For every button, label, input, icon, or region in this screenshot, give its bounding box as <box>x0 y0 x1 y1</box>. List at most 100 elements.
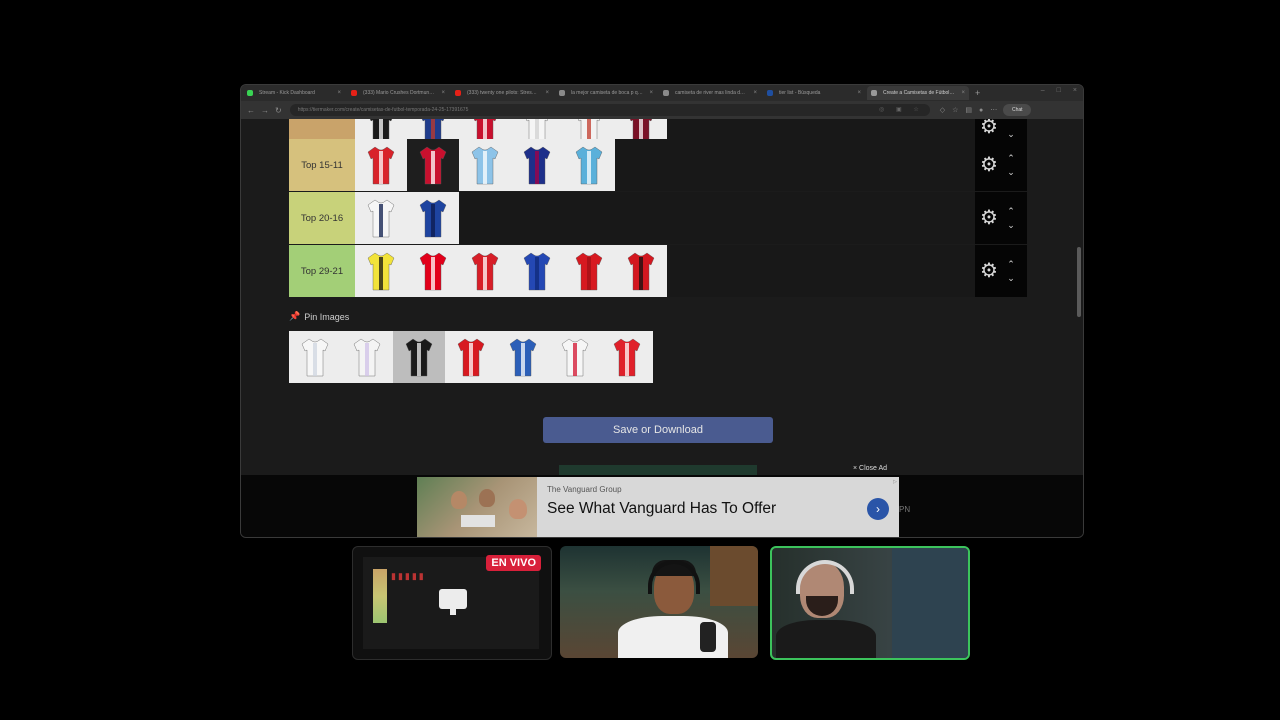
maximize-icon[interactable]: □ <box>1057 87 1061 94</box>
jersey-red-stripes[interactable] <box>355 139 407 191</box>
address-bar[interactable]: https://tiermaker.com/create/camisetas-d… <box>289 104 930 116</box>
minimize-icon[interactable]: – <box>1041 87 1045 94</box>
jersey-blaugrana[interactable] <box>511 139 563 191</box>
pin-jersey-black-white[interactable] <box>393 331 445 383</box>
browser-tab[interactable]: tier list - Búsqueda × <box>763 86 865 100</box>
tab-title: camiseta de river mas linda del m <box>675 90 750 96</box>
save-or-download-button[interactable]: Save or Download <box>543 417 773 443</box>
jersey-icon <box>613 338 641 377</box>
jersey-icon <box>457 338 485 377</box>
ad-person-3 <box>509 499 527 519</box>
chevron-up-icon[interactable]: ⌃ <box>1004 119 1018 125</box>
tier-items <box>355 139 615 191</box>
tab-close-icon[interactable]: × <box>753 86 757 100</box>
gear-icon[interactable]: ⚙ <box>978 260 1000 282</box>
collections-icon[interactable]: ▤ <box>965 106 972 114</box>
pin-jersey-ajax[interactable] <box>549 331 601 383</box>
jersey-icon <box>471 146 499 185</box>
tab-favicon-icon <box>559 90 565 96</box>
pin-jersey-white-2[interactable] <box>341 331 393 383</box>
pin-images-row <box>289 331 653 383</box>
jersey-blue-royal[interactable] <box>511 245 563 297</box>
window-controls: – □ × <box>1041 87 1077 94</box>
jersey-sky-blue[interactable] <box>459 139 511 191</box>
chevron-up-icon[interactable]: ⌃ <box>1004 207 1018 216</box>
tab-close-icon[interactable]: × <box>649 86 653 100</box>
jersey-spurs-white[interactable] <box>355 192 407 244</box>
chevron-down-icon[interactable]: ⌄ <box>1004 168 1018 177</box>
pin-jersey-white-1[interactable] <box>289 331 341 383</box>
pin-jersey-red-white[interactable] <box>601 331 653 383</box>
jersey-icon <box>405 338 433 377</box>
chat-button[interactable]: Chat <box>1003 104 1032 116</box>
ad-go-icon[interactable]: › <box>867 498 889 520</box>
tab-title: (333) twenty one pilots: Stressed O <box>467 90 546 96</box>
browser-tab[interactable]: la mejor camiseta de boca p quién × <box>555 86 657 100</box>
forward-icon[interactable]: → <box>261 106 269 115</box>
tab-title: la mejor camiseta de boca p quién <box>571 90 648 96</box>
extensions-icon[interactable]: ◇ <box>940 106 945 114</box>
chevron-down-icon[interactable]: ⌄ <box>1004 274 1018 283</box>
gear-icon[interactable]: ⚙ <box>978 154 1000 176</box>
ad-laptop <box>461 515 495 527</box>
tab-favicon-icon <box>351 90 357 96</box>
chevron-down-icon[interactable]: ⌄ <box>1004 130 1018 139</box>
pin-icon: 📌 <box>289 311 301 321</box>
tab-strip: Stream - Kick Dashboard × (333) Mario Crus… <box>241 85 1083 101</box>
scroll-thumb[interactable] <box>1077 247 1081 317</box>
tab-close-icon[interactable]: × <box>337 86 341 100</box>
browser-tab[interactable]: camiseta de river mas linda del m × <box>659 86 761 100</box>
tier-row: Top 20-16 <box>289 192 459 244</box>
gear-icon[interactable]: ⚙ <box>978 207 1000 229</box>
browser-tab[interactable]: Stream - Kick Dashboard × <box>243 86 345 100</box>
cam-wall <box>710 546 758 606</box>
ad-choices-icon[interactable]: ▷ <box>893 479 897 485</box>
url-actions-icons: ◎ ▣ ☆ <box>879 107 924 113</box>
tier-label[interactable]: Top 29-21 <box>289 245 355 297</box>
browser-tab[interactable]: Create a Camisetas de Fútbol tier × <box>867 86 969 100</box>
chevron-up-icon[interactable]: ⌃ <box>1004 154 1018 163</box>
new-tab-button[interactable]: + <box>975 88 980 98</box>
tab-close-icon[interactable]: × <box>857 86 861 100</box>
tier-label[interactable]: Top 15-11 <box>289 139 355 191</box>
ad-person-1 <box>451 491 467 509</box>
tier-label[interactable]: Top 20-16 <box>289 192 355 244</box>
pin-jersey-blue-white[interactable] <box>497 331 549 383</box>
reload-icon[interactable]: ↻ <box>275 106 282 115</box>
tab-close-icon[interactable]: × <box>545 86 549 100</box>
jersey-icon <box>627 252 655 291</box>
jersey-blue-pattern[interactable] <box>407 192 459 244</box>
jersey-red-white-split[interactable] <box>407 245 459 297</box>
browser-tab[interactable]: (333) Mario Crushes Dortmund's × <box>347 86 449 100</box>
url-text: https://tiermaker.com/create/camisetas-d… <box>297 107 469 113</box>
jersey-yellow-black[interactable] <box>355 245 407 297</box>
tab-favicon-icon <box>663 90 669 96</box>
profile-icon[interactable]: ● <box>979 107 983 114</box>
back-icon[interactable]: ← <box>247 106 255 115</box>
ad-photo <box>417 477 537 537</box>
jersey-red-checkers[interactable] <box>459 245 511 297</box>
tab-close-icon[interactable]: × <box>961 86 965 100</box>
jersey-icon <box>419 199 447 238</box>
pin-jersey-red[interactable] <box>445 331 497 383</box>
favorites-icon[interactable]: ☆ <box>952 106 958 114</box>
jersey-red-black[interactable] <box>615 245 667 297</box>
jersey-red-white-stripes[interactable] <box>407 139 459 191</box>
jersey-light-blue[interactable] <box>563 139 615 191</box>
page-content: ⚙ ⌃ ⌄ Top 15-11 ⚙ ⌃ ⌄ Top 20-16 ⚙ ⌃ ⌄ Top 29-21 ⚙ ⌃ ⌄ … <box>241 119 1083 537</box>
vanguard-ad[interactable]: The Vanguard Group See What Vanguard Has… <box>417 477 899 537</box>
jersey-icon <box>523 252 551 291</box>
host-headset <box>796 560 854 594</box>
close-window-icon[interactable]: × <box>1073 87 1077 94</box>
close-ad-button[interactable]: × Close Ad <box>853 465 887 472</box>
jersey-red-plain[interactable] <box>563 245 615 297</box>
tab-close-icon[interactable]: × <box>441 86 445 100</box>
gear-icon[interactable]: ⚙ <box>978 119 1000 138</box>
move-arrows: ⌃ ⌄ <box>1004 207 1018 230</box>
move-arrows: ⌃ ⌄ <box>1004 260 1018 283</box>
chevron-down-icon[interactable]: ⌄ <box>1004 221 1018 230</box>
chevron-up-icon[interactable]: ⌃ <box>1004 260 1018 269</box>
more-icon[interactable]: ⋯ <box>990 106 997 114</box>
page-scrollbar[interactable] <box>1077 157 1081 537</box>
browser-tab[interactable]: (333) twenty one pilots: Stressed O × <box>451 86 553 100</box>
